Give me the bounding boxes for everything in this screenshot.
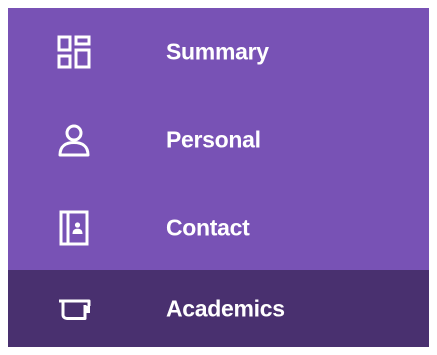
sidebar-item-label: Contact <box>166 214 250 241</box>
sidebar-menu: Summary Personal Contact Academics <box>8 8 429 347</box>
sidebar-item-label: Summary <box>166 38 269 65</box>
person-icon <box>52 118 96 162</box>
sidebar-item-contact[interactable]: Contact <box>8 184 429 272</box>
sidebar-item-label: Academics <box>166 295 285 321</box>
dashboard-icon <box>52 30 96 74</box>
sidebar-item-personal[interactable]: Personal <box>8 96 429 184</box>
contact-book-icon <box>52 206 96 250</box>
graduation-cap-icon <box>52 287 96 331</box>
sidebar-item-label: Personal <box>166 126 261 153</box>
sidebar-item-academics[interactable]: Academics <box>8 270 429 347</box>
sidebar-item-summary[interactable]: Summary <box>8 8 429 96</box>
